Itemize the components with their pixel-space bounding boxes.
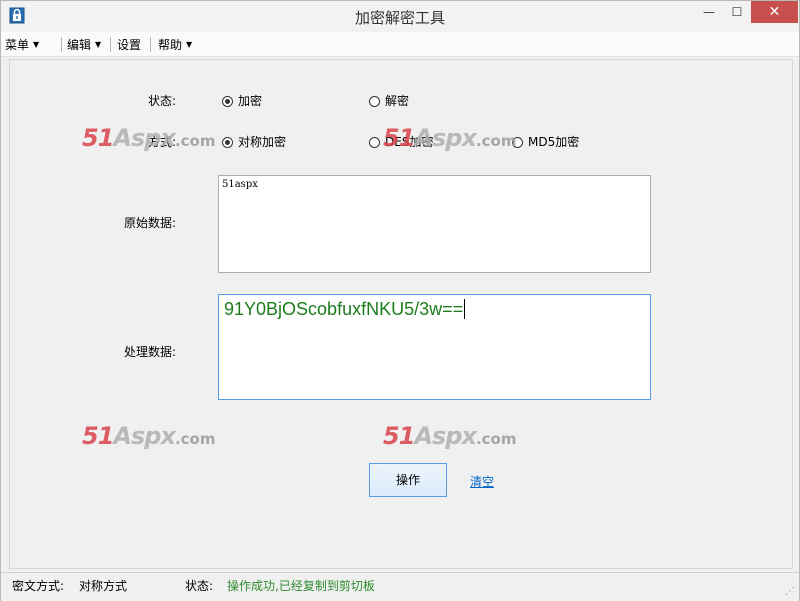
result-data-value: 91Y0BjOScobfuxfNKU5/3w== — [224, 299, 464, 319]
watermark-part: .com — [475, 132, 517, 150]
chevron-down-icon: ▼ — [33, 40, 40, 49]
radio-button[interactable] — [369, 137, 380, 148]
watermark-part: 51 — [82, 124, 114, 152]
title-bar[interactable]: 加密解密工具 — ☐ ✕ — [1, 1, 799, 31]
radio-label: MD5加密 — [528, 135, 580, 149]
window-title: 加密解密工具 — [354, 9, 445, 27]
minimize-button[interactable]: — — [695, 1, 723, 23]
status-message: 操作成功,已经复制到剪切板 — [227, 579, 375, 593]
menu-bar: 菜单 ▼ 编辑 ▼ 设置 帮助 ▼ — [1, 32, 799, 57]
radio-button[interactable] — [369, 96, 380, 107]
watermark-logo: 51Aspx.com — [383, 422, 516, 452]
radio-symmetric[interactable]: 对称加密 — [222, 133, 286, 149]
radio-button-checked[interactable] — [222, 96, 233, 107]
original-data-value: 51aspx — [222, 179, 258, 190]
watermark-logo: 51Aspx.com — [383, 124, 516, 154]
app-window: 加密解密工具 — ☐ ✕ 菜单 ▼ 编辑 ▼ 设置 帮助 ▼ 状态: 加密 解密 方式… — [0, 0, 800, 601]
watermark-part: Aspx — [113, 422, 176, 450]
chevron-down-icon: ▼ — [95, 40, 102, 49]
menu-item-menu[interactable]: 菜单 ▼ — [5, 36, 39, 53]
menu-divider — [61, 37, 62, 52]
watermark-part: .com — [174, 132, 216, 150]
original-data-label: 原始数据: — [124, 216, 177, 230]
maximize-button[interactable]: ☐ — [723, 1, 751, 23]
status-bar: 密文方式: 对称方式 状态: 操作成功,已经复制到剪切板 ⋰ — [1, 572, 799, 601]
cipher-mode-label: 密文方式: — [12, 579, 65, 593]
text-caret — [464, 299, 466, 319]
menu-item-label: 菜单 — [5, 38, 30, 52]
resize-grip-icon[interactable]: ⋰ — [785, 587, 795, 597]
radio-decrypt[interactable]: 解密 — [369, 92, 409, 108]
original-data-input[interactable]: 51aspx — [218, 175, 651, 273]
close-button[interactable]: ✕ — [751, 1, 798, 23]
watermark-part: .com — [174, 430, 216, 448]
result-data-input[interactable]: 91Y0BjOScobfuxfNKU5/3w== — [218, 294, 651, 400]
state-label: 状态: — [148, 94, 177, 108]
cipher-mode-value: 对称方式 — [79, 579, 128, 593]
watermark-part: 51 — [383, 124, 415, 152]
watermark-part: .com — [475, 430, 517, 448]
menu-item-help[interactable]: 帮助 ▼ — [158, 36, 192, 53]
menu-item-edit[interactable]: 编辑 ▼ — [67, 36, 101, 53]
radio-button-checked[interactable] — [222, 137, 233, 148]
radio-md5[interactable]: MD5加密 — [512, 133, 579, 149]
radio-label: 解密 — [385, 94, 410, 108]
radio-encrypt[interactable]: 加密 — [222, 92, 262, 108]
result-data-value-wrap: 91Y0BjOScobfuxfNKU5/3w== — [224, 299, 466, 320]
menu-item-label: 设置 — [117, 38, 142, 52]
watermark-part: Aspx — [113, 124, 176, 152]
clear-link[interactable]: 清空 — [470, 473, 494, 490]
status-label: 状态: — [185, 579, 214, 593]
radio-label: 加密 — [238, 94, 263, 108]
watermark-part: 51 — [383, 422, 415, 450]
menu-item-label: 编辑 — [67, 38, 92, 52]
operate-button[interactable]: 操作 — [369, 463, 447, 497]
watermark-logo: 51Aspx.com — [82, 124, 215, 154]
watermark-logo: 51Aspx.com — [82, 422, 215, 452]
menu-item-settings[interactable]: 设置 — [117, 36, 141, 53]
menu-divider — [110, 37, 111, 52]
watermark-part: Aspx — [414, 422, 477, 450]
menu-item-label: 帮助 — [158, 38, 183, 52]
menu-divider — [150, 37, 151, 52]
watermark-part: Aspx — [414, 124, 477, 152]
result-data-label: 处理数据: — [124, 345, 177, 359]
radio-label: 对称加密 — [238, 135, 287, 149]
chevron-down-icon: ▼ — [186, 40, 193, 49]
watermark-part: 51 — [82, 422, 114, 450]
